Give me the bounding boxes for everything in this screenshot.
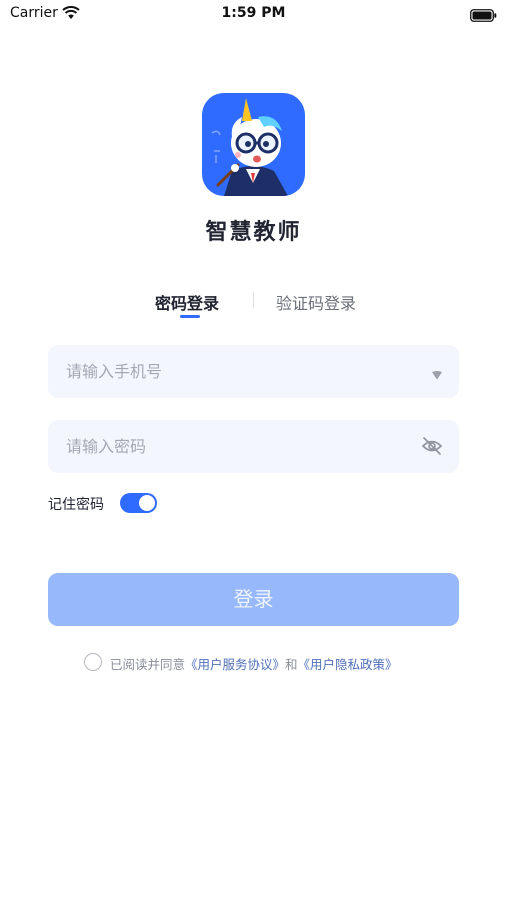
battery-icon xyxy=(470,7,497,26)
toggle-knob xyxy=(139,495,155,511)
privacy-policy-link[interactable]: 《用户隐私政策》 xyxy=(298,657,398,672)
dropdown-arrow-icon[interactable] xyxy=(431,365,443,384)
remember-password-toggle[interactable] xyxy=(120,493,157,513)
app-logo-icon xyxy=(202,93,305,196)
user-agreement-link[interactable]: 《用户服务协议》 xyxy=(185,657,285,672)
tab-code-login[interactable]: 验证码登录 xyxy=(276,290,356,314)
login-screen: Carrier 1:59 PM 智慧教师 密码登录 验证码登录 请输入手机号 记… xyxy=(0,0,507,900)
phone-field xyxy=(48,345,459,398)
app-name: 智慧教师 xyxy=(205,220,302,245)
clock: 1:59 PM xyxy=(221,5,286,21)
agreement-prefix: 已阅读并同意 xyxy=(110,657,186,672)
password-input[interactable] xyxy=(66,420,406,473)
eye-off-icon[interactable] xyxy=(421,436,443,460)
tab-divider xyxy=(253,292,254,308)
tab-password-login[interactable]: 密码登录 xyxy=(155,290,219,314)
password-field xyxy=(48,420,459,473)
agreement-conjunction: 和 xyxy=(285,657,298,672)
remember-password-label: 记住密码 xyxy=(48,497,104,513)
agreement-checkbox[interactable] xyxy=(84,653,102,671)
phone-input[interactable] xyxy=(66,345,406,398)
status-bar: Carrier 1:59 PM xyxy=(0,0,507,28)
agreement-text: 已阅读并同意《用户服务协议》和《用户隐私政策》 xyxy=(110,654,398,673)
active-tab-indicator xyxy=(180,315,200,318)
login-button[interactable]: 登录 xyxy=(48,573,459,626)
